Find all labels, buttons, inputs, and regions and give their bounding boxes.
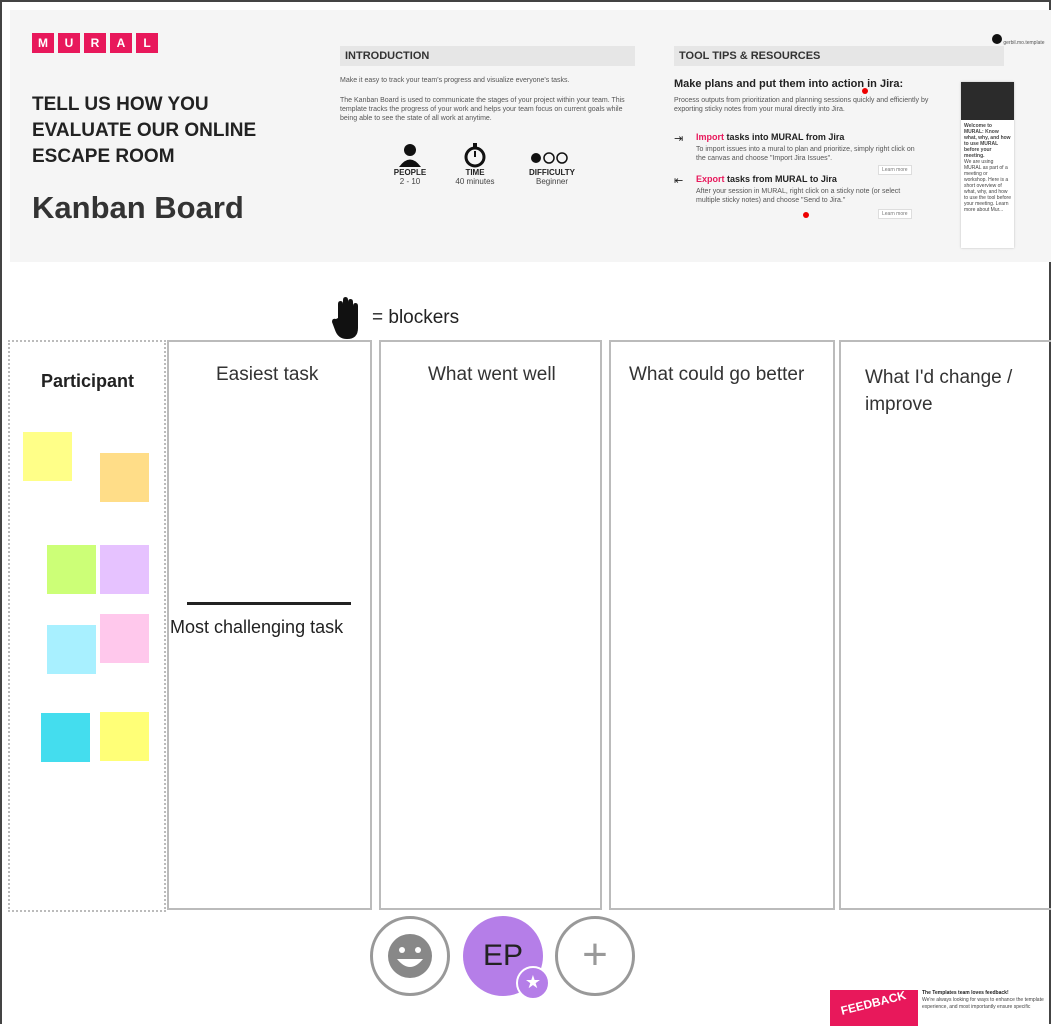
change-improve-title: What I'd change / improve [865,367,1013,415]
go-better-column[interactable] [609,340,835,910]
learn-more-link-export[interactable]: Learn more [878,209,912,219]
welcome-video-card[interactable]: Welcome to MURAL: Know what, why, and ho… [961,82,1014,248]
person-icon [375,142,445,168]
went-well-title: What went well [428,364,556,385]
import-arrow-icon: ⇥ [674,133,684,145]
stat-people: PEOPLE 2 - 10 [375,142,445,186]
red-dot-marker [803,212,809,218]
export-arrow-icon: ⇤ [674,175,684,187]
star-badge-icon: ★ [516,966,550,1000]
sticky-note[interactable] [100,545,149,594]
learn-more-link-import[interactable]: Learn more [878,165,912,175]
mural-logo: M U R A L [32,33,158,53]
user-chip: gerbil.mo.template [992,34,1045,46]
stopwatch-icon [440,142,510,168]
video-thumbnail [961,82,1014,120]
intro-line-2: The Kanban Board is used to communicate … [340,97,625,122]
reaction-button[interactable] [370,916,450,996]
sticky-note[interactable] [100,712,149,761]
export-link[interactable]: Export [696,174,725,184]
smiley-icon [388,934,432,978]
user-badge-icon [992,34,1002,44]
tool-tips-heading: TOOL TIPS & RESOURCES [674,46,1004,66]
sticky-note[interactable] [23,432,72,481]
blockers-legend: = blockers [332,296,459,340]
sticky-note[interactable] [41,713,90,762]
hand-stop-icon [332,297,358,339]
most-challenging-title: Most challenging task [170,617,344,637]
change-improve-column[interactable] [839,340,1051,910]
add-button[interactable]: + [555,916,635,996]
sticky-note[interactable] [100,614,149,663]
participant-title: Participant [41,371,135,391]
stat-time: TIME 40 minutes [440,142,510,186]
difficulty-dots-icon [517,142,587,168]
feedback-badge[interactable]: FEEDBACK [830,990,918,1026]
sticky-note[interactable] [100,453,149,502]
sticky-note[interactable] [47,625,96,674]
intro-line-1: Make it easy to track your team's progre… [340,77,570,84]
template-header: M U R A L TELL US HOW YOU EVALUATE OUR O… [10,10,1051,262]
went-well-column[interactable] [379,340,602,910]
go-better-title: What could go better [629,364,805,385]
feedback-text: The Templates team loves feedback! We're… [922,990,1044,1010]
blockers-label: = blockers [372,307,460,328]
jira-description: Process outputs from prioritization and … [674,97,929,113]
introduction-heading: INTRODUCTION [340,46,635,66]
board-title: Kanban Board [32,190,244,225]
column-divider [187,602,351,605]
red-dot-marker [862,88,868,94]
stat-difficulty: DIFFICULTY Beginner [517,142,587,186]
jira-heading: Make plans and put them into action in J… [674,78,904,90]
sticky-note[interactable] [47,545,96,594]
easiest-task-title: Easiest task [216,364,319,385]
template-subtitle: TELL US HOW YOU EVALUATE OUR ONLINE ESCA… [32,94,257,167]
import-link[interactable]: Import [696,132,724,142]
